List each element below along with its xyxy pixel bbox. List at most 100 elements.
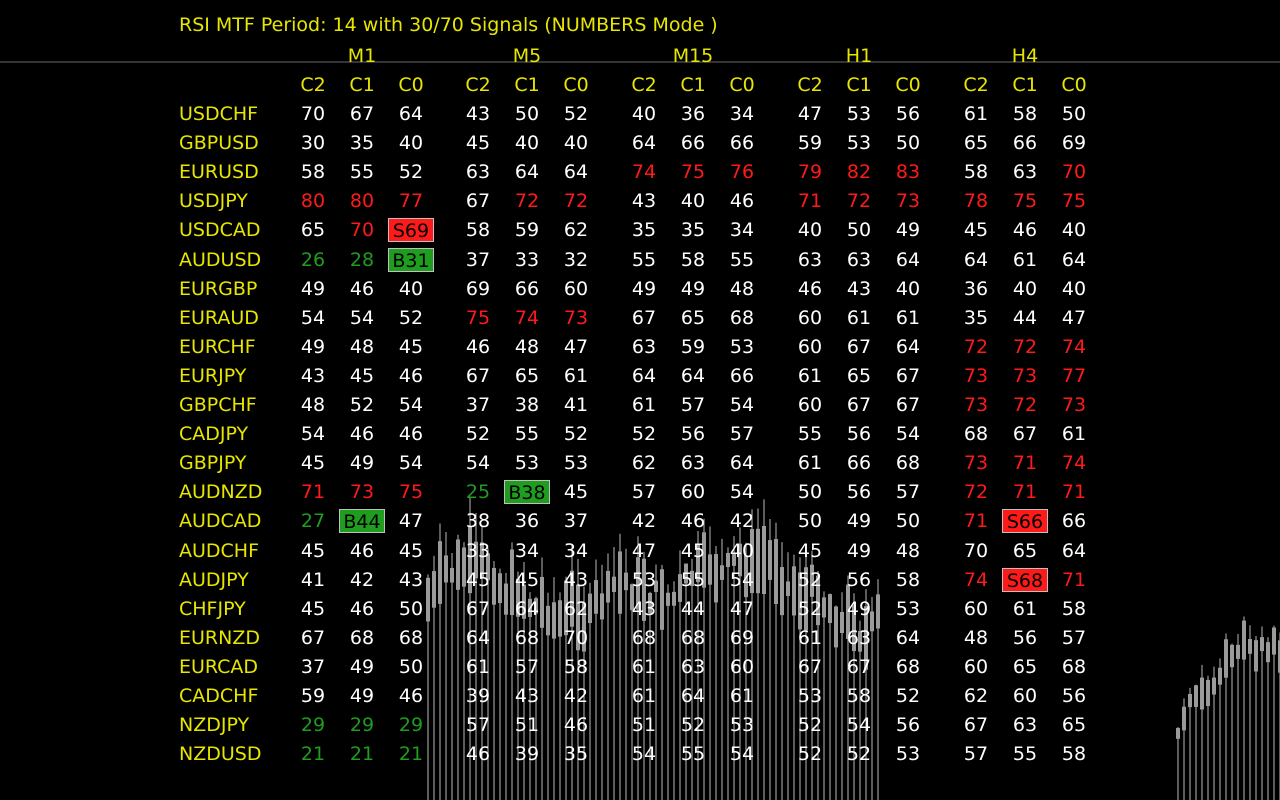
rsi-value-cell: 43 [398, 568, 424, 591]
rsi-value-cell: 59 [797, 132, 823, 155]
rsi-value-cell: 46 [563, 714, 589, 737]
candle-header-c0: C0 [398, 74, 424, 96]
rsi-value-cell: 45 [465, 568, 491, 591]
rsi-value-cell: 72 [1012, 335, 1038, 358]
rsi-value-cell: 61 [846, 306, 872, 329]
rsi-value-cell: 65 [846, 364, 872, 387]
rsi-value-cell: 73 [895, 190, 921, 213]
rsi-value-cell: 55 [349, 161, 375, 184]
rsi-value-cell: 57 [729, 423, 755, 446]
rsi-value-cell: 40 [631, 103, 657, 125]
rsi-value-cell: 59 [300, 685, 326, 707]
rsi-value-cell: 39 [514, 743, 540, 766]
rsi-value-cell: 55 [1012, 743, 1038, 766]
rsi-value-cell: 50 [398, 597, 424, 620]
rsi-value-cell: 51 [514, 714, 540, 737]
rsi-value-cell: 67 [846, 335, 872, 358]
rsi-value-cell: 46 [797, 277, 823, 300]
rsi-value-cell: 66 [846, 452, 872, 475]
rsi-value-cell: 44 [680, 597, 706, 620]
rsi-value-cell: 50 [846, 219, 872, 242]
candle-header-c2: C2 [300, 74, 326, 96]
candle-header-c2: C2 [465, 74, 491, 96]
rsi-value-cell: 60 [680, 481, 706, 504]
rsi-value-cell: 63 [680, 452, 706, 475]
rsi-value-cell: 55 [729, 248, 755, 271]
rsi-value-cell: 69 [1061, 132, 1087, 155]
rsi-value-cell: 70 [563, 626, 589, 649]
timeframe-header-h1: H1 [845, 45, 873, 67]
rsi-value-cell: 49 [846, 597, 872, 620]
rsi-value-cell: 62 [563, 597, 589, 620]
rsi-value-cell: 47 [398, 510, 424, 533]
rsi-value-cell: 73 [1012, 364, 1038, 387]
rsi-value-cell: 45 [680, 539, 706, 562]
rsi-value-cell: 54 [846, 714, 872, 737]
rsi-value-cell: 65 [514, 364, 540, 387]
sell-signal-badge: S69 [388, 218, 434, 243]
rsi-value-cell: 52 [797, 714, 823, 737]
rsi-value-cell: 40 [680, 190, 706, 213]
rsi-value-cell: 61 [631, 394, 657, 416]
rsi-value-cell: 61 [1012, 597, 1038, 620]
rsi-value-cell: 53 [846, 103, 872, 125]
rsi-value-cell: 61 [797, 452, 823, 475]
candle-header-c0: C0 [1061, 74, 1087, 96]
rsi-value-cell: 42 [563, 685, 589, 707]
rsi-value-cell: 40 [398, 132, 424, 155]
rsi-value-cell: 50 [514, 103, 540, 125]
rsi-value-cell: 64 [680, 685, 706, 707]
rsi-value-cell: 74 [631, 161, 657, 184]
symbol-label: USDJPY [179, 190, 248, 213]
rsi-value-cell: 61 [1012, 248, 1038, 271]
rsi-value-cell: 45 [465, 132, 491, 155]
rsi-value-cell: 58 [680, 248, 706, 271]
rsi-value-cell: 67 [1012, 423, 1038, 446]
rsi-value-cell: 40 [797, 219, 823, 242]
rsi-value-cell: 67 [465, 190, 491, 213]
rsi-value-cell: 29 [349, 714, 375, 737]
rsi-value-cell: 68 [680, 626, 706, 649]
rsi-value-cell: 53 [729, 714, 755, 737]
rsi-value-cell: 60 [963, 655, 989, 678]
rsi-value-cell: 49 [300, 335, 326, 358]
rsi-value-cell: 68 [895, 655, 921, 678]
rsi-value-cell: 67 [797, 655, 823, 678]
rsi-value-cell: 36 [680, 103, 706, 125]
rsi-value-cell: 21 [398, 743, 424, 766]
rsi-value-cell: 47 [797, 103, 823, 125]
rsi-value-cell: 73 [963, 394, 989, 416]
rsi-value-cell: 37 [300, 655, 326, 678]
rsi-value-cell: 37 [465, 248, 491, 271]
rsi-value-cell: 75 [465, 306, 491, 329]
rsi-value-cell: 65 [300, 219, 326, 242]
rsi-value-cell: 53 [846, 132, 872, 155]
rsi-value-cell: 68 [963, 423, 989, 446]
rsi-value-cell: 54 [895, 423, 921, 446]
rsi-value-cell: 40 [1012, 277, 1038, 300]
rsi-value-cell: 60 [963, 597, 989, 620]
rsi-value-cell: 54 [729, 481, 755, 504]
rsi-value-cell: 75 [680, 161, 706, 184]
rsi-value-cell: 60 [797, 306, 823, 329]
rsi-value-cell: 40 [1061, 219, 1087, 242]
rsi-value-cell: 70 [300, 103, 326, 125]
rsi-value-cell: 45 [349, 364, 375, 387]
rsi-value-cell: 55 [680, 743, 706, 766]
symbol-label: NZDUSD [179, 743, 262, 766]
candle-header-c1: C1 [846, 74, 872, 96]
timeframe-header-m1: M1 [347, 45, 377, 67]
rsi-value-cell: 47 [1061, 306, 1087, 329]
rsi-value-cell: 57 [895, 481, 921, 504]
rsi-value-cell: 43 [631, 190, 657, 213]
rsi-value-cell: 45 [300, 452, 326, 475]
rsi-value-cell: 47 [729, 597, 755, 620]
rsi-value-cell: 73 [563, 306, 589, 329]
panel-title: RSI MTF Period: 14 with 30/70 Signals (N… [179, 14, 718, 36]
rsi-value-cell: 62 [631, 452, 657, 475]
rsi-value-cell: 61 [895, 306, 921, 329]
rsi-value-cell: 37 [465, 394, 491, 416]
rsi-value-cell: 65 [963, 132, 989, 155]
rsi-value-cell: 73 [963, 364, 989, 387]
rsi-value-cell: 59 [680, 335, 706, 358]
